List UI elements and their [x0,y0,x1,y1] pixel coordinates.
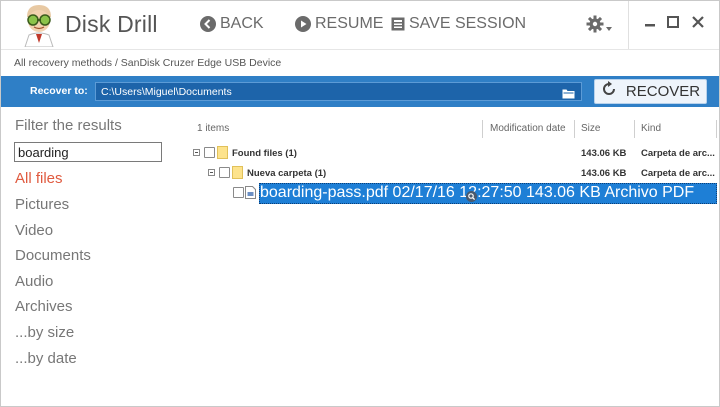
column-divider[interactable] [482,120,483,138]
back-button[interactable]: BACK [200,15,264,33]
play-icon [295,16,311,32]
recover-button-label: RECOVER [625,83,701,100]
file-size: 143.06 KB [581,168,627,179]
maximize-icon [666,16,680,33]
file-list: 1 items Modification date Size Kind Foun… [181,107,719,406]
save-session-label: SAVE SESSION [409,15,527,32]
minimize-button[interactable] [643,15,657,34]
chevron-down-icon [606,18,612,36]
gear-icon [586,15,604,38]
recover-button[interactable]: RECOVER [594,79,707,104]
filter-by-size[interactable]: ...by size [15,324,74,341]
disk-drill-window: Disk Drill BACK RESUME SAVE SESSION All … [0,0,720,407]
file-name: boarding-pass.pdf [260,184,389,201]
filter-all-files[interactable]: All files [15,170,63,187]
file-kind: Carpeta de arc... [641,168,715,179]
filter-search-input[interactable] [14,142,162,162]
refresh-icon [601,81,617,102]
row-checkbox[interactable] [233,187,244,198]
close-button[interactable] [691,15,705,34]
save-session-icon [391,17,405,31]
recover-bar: Recover to: C:\Users\Miguel\Documents RE… [1,76,719,107]
filter-video[interactable]: Video [15,222,53,239]
maximize-button[interactable] [666,15,680,34]
filter-title: Filter the results [15,117,122,134]
file-kind: Carpeta de arc... [641,148,715,159]
table-row[interactable]: Nueva carpeta (1) 143.06 KB Carpeta de a… [181,163,719,183]
breadcrumb[interactable]: All recovery methods / SanDisk Cruzer Ed… [1,49,719,76]
column-header-kind[interactable]: Kind [641,123,661,134]
resume-label: RESUME [315,15,384,32]
filter-sidebar: Filter the results All files Pictures Vi… [1,107,181,406]
row-checkbox[interactable] [219,167,230,178]
browse-folder-icon[interactable] [562,86,575,104]
breadcrumb-text[interactable]: All recovery methods / SanDisk Cruzer Ed… [14,57,281,69]
collapse-toggle-icon[interactable] [208,169,215,176]
file-size: 143.06 KB [526,184,601,201]
column-divider[interactable] [716,120,717,138]
column-header-size[interactable]: Size [581,123,600,134]
save-session-button[interactable]: SAVE SESSION [391,15,526,33]
file-kind: Archivo PDF [604,184,695,201]
filter-by-date[interactable]: ...by date [15,350,77,367]
filter-pictures[interactable]: Pictures [15,196,69,213]
row-checkbox[interactable] [204,147,215,158]
folder-icon [217,146,228,162]
close-icon [691,16,705,33]
items-count: 1 items [197,123,230,134]
table-row-selected[interactable]: boarding-pass.pdf 02/17/16 12:27:50 143.… [259,183,717,204]
disk-drill-logo-icon [21,3,57,48]
filter-audio[interactable]: Audio [15,273,53,290]
preview-magnifier-icon[interactable] [466,189,477,207]
title-bar: Disk Drill BACK RESUME SAVE SESSION [1,1,719,49]
filter-archives[interactable]: Archives [15,298,73,315]
filter-documents[interactable]: Documents [15,247,91,264]
resume-button[interactable]: RESUME [295,15,383,33]
collapse-toggle-icon[interactable] [193,149,200,156]
folder-icon [232,166,243,182]
column-divider[interactable] [574,120,575,138]
table-row[interactable]: Found files (1) 143.06 KB Carpeta de arc… [181,143,719,163]
file-name: Nueva carpeta (1) [247,168,327,179]
file-size: 143.06 KB [581,148,627,159]
column-divider[interactable] [634,120,635,138]
titlebar-divider [628,1,629,49]
recover-path-field[interactable]: C:\Users\Miguel\Documents [95,82,582,101]
recover-path-value: C:\Users\Miguel\Documents [101,86,232,98]
pdf-file-icon [245,186,256,204]
settings-menu-button[interactable] [586,15,612,38]
back-label: BACK [220,15,264,32]
file-date: 02/17/16 12:27:50 [392,184,522,201]
column-header-date[interactable]: Modification date [490,123,566,134]
recover-to-label: Recover to: [30,85,88,97]
file-name: Found files (1) [232,148,297,159]
minimize-icon [643,16,657,33]
back-arrow-icon [200,16,216,32]
app-title: Disk Drill [65,11,158,37]
